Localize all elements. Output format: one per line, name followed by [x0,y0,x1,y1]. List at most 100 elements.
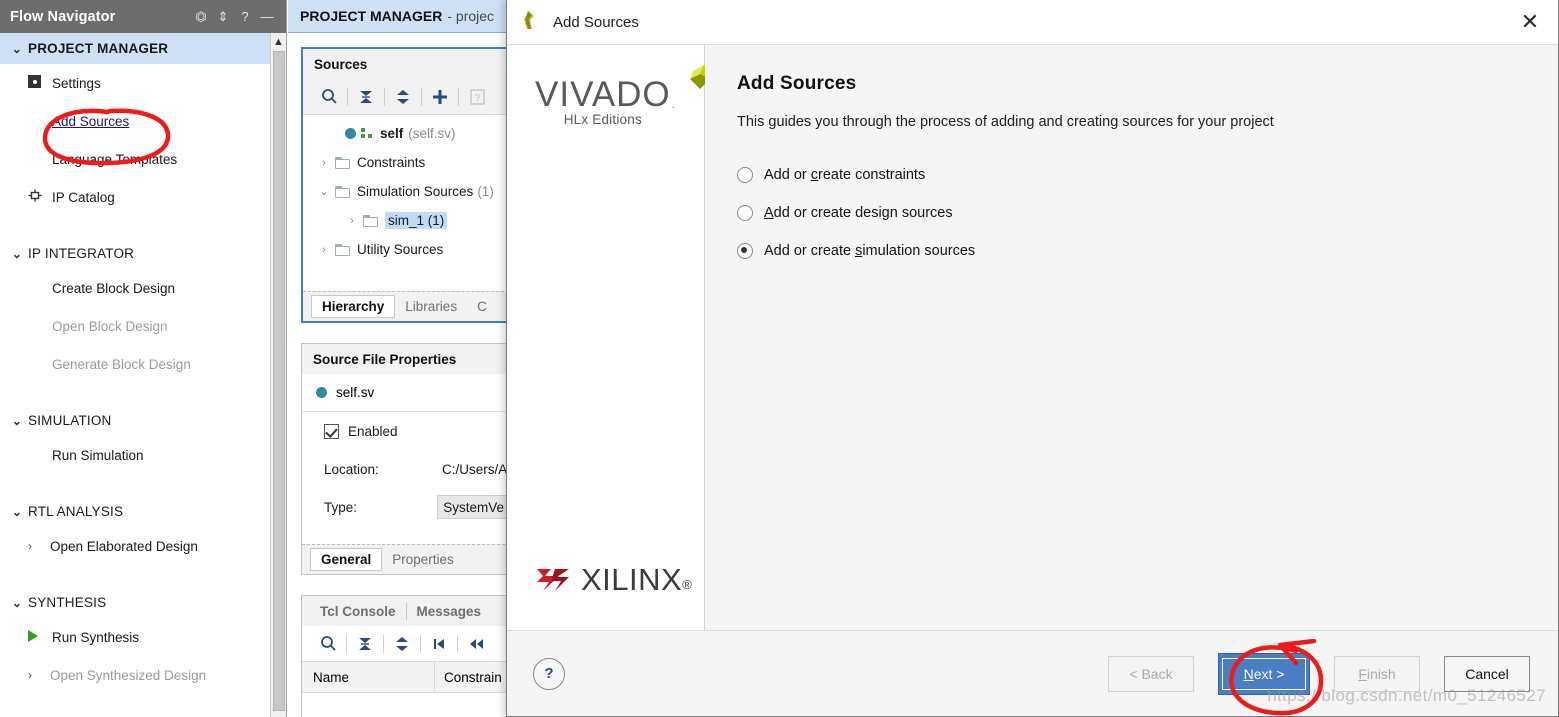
scroll-up-icon[interactable]: ▲ [271,33,286,50]
dialog-body: VIVADO . HLx Editions XILINX ® Add Sourc… [507,45,1558,630]
folder-icon [335,243,350,256]
first-icon[interactable] [421,629,457,659]
chevron-down-icon: ⌄ [11,246,23,261]
dialog-titlebar: Add Sources ✕ [507,0,1558,45]
flow-navigator-title: Flow Navigator [10,8,116,25]
collapse-all-icon[interactable] [348,82,384,112]
tab-hierarchy[interactable]: Hierarchy [311,295,396,318]
ip-catalog-icon [28,189,52,205]
sidebar-item-generate-block-design: Generate Block Design [0,345,286,383]
chevron-down-icon: ⌄ [11,413,23,428]
radio-add-or-create-constraints[interactable]: Add or create constraints [737,156,1558,194]
enabled-checkbox[interactable] [324,423,339,439]
enabled-label: Enabled [348,423,398,439]
tab-tcl-console[interactable]: Tcl Console [310,601,406,622]
tree-item-sim-1[interactable]: › sim_1 (1) [303,206,509,235]
vivado-logo: VIVADO . HLx Editions [535,65,712,127]
sidebar-scrollbar[interactable]: ▲ [270,33,286,717]
page-subtitle: - projec [447,8,495,24]
nav-section-synthesis[interactable]: ⌄ SYNTHESIS [0,587,286,618]
radio-add-or-create-simulation-sources[interactable]: Add or create simulation sources [737,232,1558,270]
expand-all-icon[interactable] [384,629,420,659]
tree-item-utility-sources[interactable]: › Utility Sources [303,235,509,264]
column-header-name: Name [313,669,350,685]
next-button[interactable]: Next > [1222,657,1306,690]
tab-compile-order[interactable]: C [467,296,497,317]
svg-text:?: ? [474,93,480,104]
radio-label-pre: Add or [764,167,811,183]
chevron-right-icon[interactable]: › [341,215,363,227]
sidebar-item-label: Language Templates [52,151,178,167]
sidebar-item-settings[interactable]: Settings [0,64,286,102]
sidebar-item-label: Create Block Design [52,280,176,296]
nav-section-project-manager[interactable]: ⌄ PROJECT MANAGER [0,33,286,64]
nav-section-ip-integrator[interactable]: ⌄ IP INTEGRATOR [0,238,286,269]
close-icon[interactable]: ✕ [1502,0,1558,44]
sidebar-item-run-simulation[interactable]: Run Simulation [0,436,286,474]
tree-item-label: self [380,126,404,141]
nav-section-label: SYNTHESIS [28,595,107,610]
hierarchy-icon [361,128,374,139]
sidebar-item-create-block-design[interactable]: Create Block Design [0,269,286,307]
sidebar-item-language-templates[interactable]: Language Templates [0,140,286,178]
sidebar-item-run-synthesis[interactable]: Run Synthesis [0,618,286,656]
location-row: Location: C:/Users/A [302,450,510,488]
help-icon[interactable]: ? [459,82,495,112]
xilinx-registered-mark: ® [682,577,692,592]
chevron-right-icon[interactable]: › [28,539,50,553]
help-icon[interactable]: ? [234,10,256,23]
search-icon[interactable] [310,629,346,659]
sidebar-item-add-sources[interactable]: Add Sources [0,102,286,140]
sidebar-item-ip-catalog[interactable]: IP Catalog [0,178,286,216]
chevron-down-icon[interactable]: ⌄ [313,185,335,198]
radio-label-post: imulation sources [862,243,976,259]
minimize-icon[interactable]: — [256,10,278,23]
expand-all-icon[interactable] [385,82,421,112]
console-table-header: Name Constrain [302,662,510,693]
type-value[interactable]: SystemVe [437,495,510,519]
collapse-all-icon[interactable]: ⏣ [190,10,212,23]
search-icon[interactable] [311,82,347,112]
help-button[interactable]: ? [533,657,565,690]
sidebar-item-label: Add Sources [52,113,130,129]
chevron-right-icon[interactable]: › [313,157,335,169]
tree-item-simulation-sources[interactable]: ⌄ Simulation Sources (1) [303,177,509,206]
tree-item-suffix: (self.sv) [408,126,456,141]
radio-add-or-create-design-sources[interactable]: Add or create design sources [737,194,1558,232]
chevron-down-icon: ⌄ [11,41,23,56]
tree-item-constraints[interactable]: › Constraints [303,148,509,177]
chevron-down-icon: ⌄ [11,595,23,610]
nav-section-rtl-analysis[interactable]: ⌄ RTL ANALYSIS [0,496,286,527]
chevron-right-icon[interactable]: › [313,244,335,256]
back-button: < Back [1108,655,1194,692]
play-icon [28,629,52,645]
tab-messages[interactable]: Messages [407,601,492,622]
radio-label-mnemonic: A [764,205,774,221]
vivado-wordmark: VIVADO [535,75,671,114]
scrollbar-thumb[interactable] [273,51,285,711]
previous-icon[interactable] [458,629,494,659]
xilinx-logo: XILINX ® [535,562,692,598]
tree-item-self[interactable]: self (self.sv) [303,119,509,148]
radio-button[interactable] [737,243,753,259]
tab-properties[interactable]: Properties [382,549,464,570]
enabled-checkbox-row[interactable]: Enabled [302,412,510,450]
nav-section-label: SIMULATION [28,413,112,428]
radio-button[interactable] [737,167,753,183]
expand-collapse-icon[interactable]: ⇕ [212,10,234,23]
page-title: PROJECT MANAGER [300,8,443,24]
dialog-description: This guides you through the process of a… [737,114,1274,130]
tab-libraries[interactable]: Libraries [395,296,467,317]
sidebar-item-open-elaborated-design[interactable]: › Open Elaborated Design [0,527,286,565]
add-sources-icon[interactable] [422,82,458,112]
sources-panel-title: Sources [303,49,509,79]
radio-button[interactable] [737,205,753,221]
dialog-main-content: Add Sources This guides you through the … [705,45,1558,630]
console-panel: Tcl Console Messages Name Constrain [301,595,511,717]
radio-label: Add or create design sources [764,205,953,221]
tab-general[interactable]: General [310,548,383,571]
nav-section-simulation[interactable]: ⌄ SIMULATION [0,405,286,436]
collapse-all-icon[interactable] [347,629,383,659]
